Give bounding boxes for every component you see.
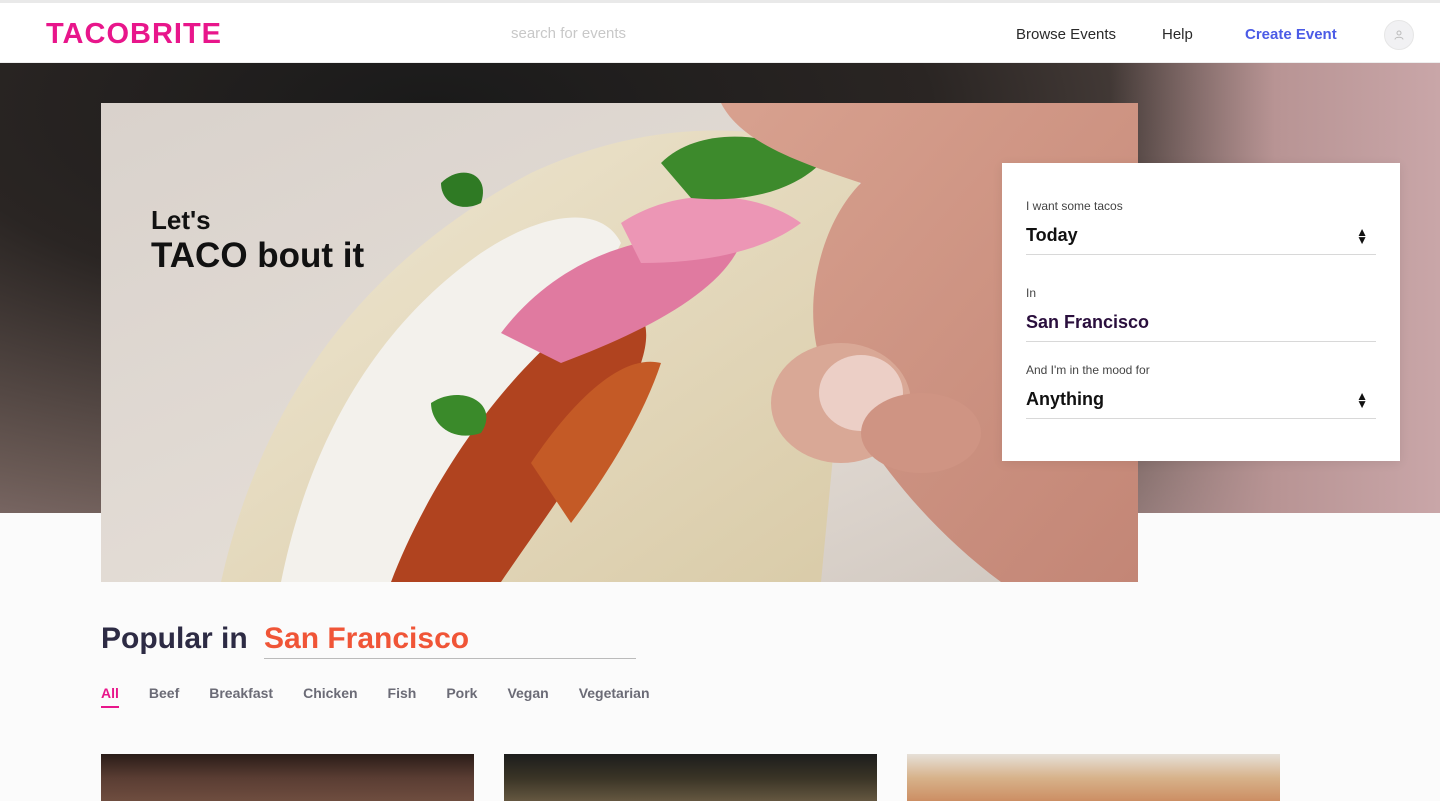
mood-select[interactable]: Anything ▲ ▼ bbox=[1026, 389, 1376, 419]
create-event-link[interactable]: Create Event bbox=[1245, 26, 1337, 43]
event-card-image[interactable] bbox=[504, 754, 877, 801]
user-icon bbox=[1394, 30, 1404, 40]
help-link[interactable]: Help bbox=[1162, 26, 1193, 43]
mood-value: Anything bbox=[1026, 389, 1104, 409]
taco-filter-card: I want some tacos Today ▲ ▼ In San Franci… bbox=[1002, 163, 1400, 461]
when-value: Today bbox=[1026, 225, 1078, 245]
when-select[interactable]: Today ▲ ▼ bbox=[1026, 225, 1376, 255]
tab-breakfast[interactable]: Breakfast bbox=[209, 685, 273, 708]
hero-taco-image bbox=[101, 103, 1138, 582]
where-input[interactable]: San Francisco bbox=[1026, 312, 1376, 342]
search-input[interactable] bbox=[511, 25, 811, 42]
tab-beef[interactable]: Beef bbox=[149, 685, 179, 708]
event-card-image[interactable] bbox=[907, 754, 1280, 801]
browse-events-link[interactable]: Browse Events bbox=[1016, 26, 1116, 43]
user-avatar[interactable] bbox=[1384, 20, 1414, 50]
tab-pork[interactable]: Pork bbox=[446, 685, 477, 708]
where-value: San Francisco bbox=[1026, 312, 1150, 332]
hero-tagline-small: Let's bbox=[151, 205, 211, 235]
select-arrows-icon: ▲ ▼ bbox=[1356, 225, 1368, 247]
popular-heading: Popular in bbox=[101, 622, 248, 655]
top-navbar: TACOBRITE Browse Events Help Create Even… bbox=[0, 0, 1440, 63]
popular-city-input[interactable]: San Francisco bbox=[264, 622, 636, 659]
where-label: In bbox=[1026, 286, 1037, 300]
tacobrite-logo[interactable]: TACOBRITE bbox=[46, 18, 222, 51]
tab-vegetarian[interactable]: Vegetarian bbox=[579, 685, 650, 708]
tab-all[interactable]: All bbox=[101, 685, 119, 708]
tab-fish[interactable]: Fish bbox=[388, 685, 417, 708]
hero-tagline-big: TACO bout it bbox=[151, 236, 365, 275]
tab-vegan[interactable]: Vegan bbox=[507, 685, 548, 708]
event-card-image[interactable] bbox=[101, 754, 474, 801]
mood-label: And I'm in the mood for bbox=[1026, 363, 1150, 377]
tab-chicken[interactable]: Chicken bbox=[303, 685, 357, 708]
select-arrows-icon: ▲ ▼ bbox=[1356, 389, 1368, 411]
category-tabs: All Beef Breakfast Chicken Fish Pork Veg… bbox=[101, 685, 680, 708]
when-label: I want some tacos bbox=[1026, 199, 1123, 213]
